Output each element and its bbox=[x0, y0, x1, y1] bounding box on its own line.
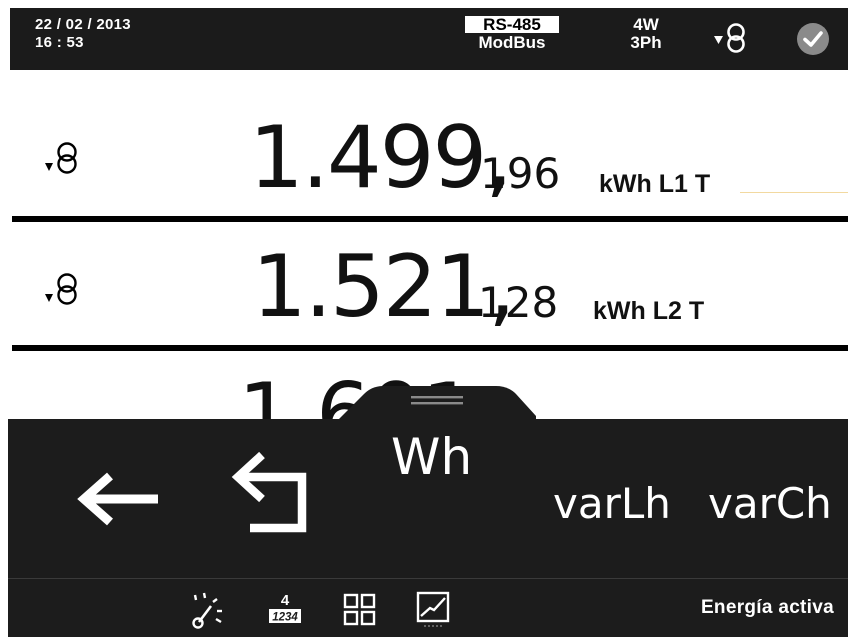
measurement-value-decimals: 128 bbox=[478, 278, 559, 327]
wiring-config: 4W 3Ph bbox=[620, 16, 672, 52]
measurement-unit: kWh L2 T bbox=[593, 297, 705, 325]
transformer-icon bbox=[45, 142, 77, 174]
section-title: Energía activa bbox=[700, 597, 834, 618]
svg-text:1234: 1234 bbox=[272, 612, 298, 624]
arrow-left-icon[interactable] bbox=[72, 470, 162, 528]
transformer-icon bbox=[714, 23, 745, 53]
energy-meter-screen: 22 / 02 / 2013 16 : 53 RS-485 ModBus 4W … bbox=[0, 0, 848, 637]
graph-icon[interactable] bbox=[416, 589, 450, 629]
counter-icon[interactable]: 4 1234 bbox=[268, 589, 302, 629]
status-time: 16 : 53 bbox=[35, 34, 84, 51]
row-divider bbox=[12, 345, 848, 351]
energy-option-wh[interactable]: Wh bbox=[391, 428, 472, 486]
check-circle-icon[interactable] bbox=[796, 22, 830, 56]
gauge-icon[interactable] bbox=[190, 589, 224, 629]
status-bar: 22 / 02 / 2013 16 : 53 RS-485 ModBus 4W … bbox=[10, 8, 848, 70]
energy-option-varlh[interactable]: varLh bbox=[553, 479, 671, 528]
measurement-value-decimals: 196 bbox=[480, 149, 561, 198]
svg-text:4: 4 bbox=[281, 592, 290, 609]
measurement-value-integer: 1.499, bbox=[249, 108, 513, 208]
communication-indicator: RS-485 ModBus bbox=[458, 16, 566, 51]
measurement-unit: kWh L1 T bbox=[599, 170, 711, 198]
wiring-label: 4W bbox=[633, 15, 659, 34]
status-date: 22 / 02 / 2013 bbox=[35, 16, 131, 33]
grid-icon[interactable] bbox=[343, 590, 377, 630]
measurement-value-integer: 1.521, bbox=[252, 237, 516, 337]
divider-accent bbox=[740, 192, 848, 193]
comm-protocol: RS-485 bbox=[465, 16, 559, 33]
transformer-icon bbox=[45, 273, 77, 305]
comm-mode: ModBus bbox=[478, 33, 546, 52]
row-divider bbox=[12, 216, 848, 222]
energy-option-varch[interactable]: varCh bbox=[708, 479, 832, 528]
return-arrow-icon[interactable] bbox=[228, 448, 320, 538]
phases-label: 3Ph bbox=[630, 33, 662, 52]
